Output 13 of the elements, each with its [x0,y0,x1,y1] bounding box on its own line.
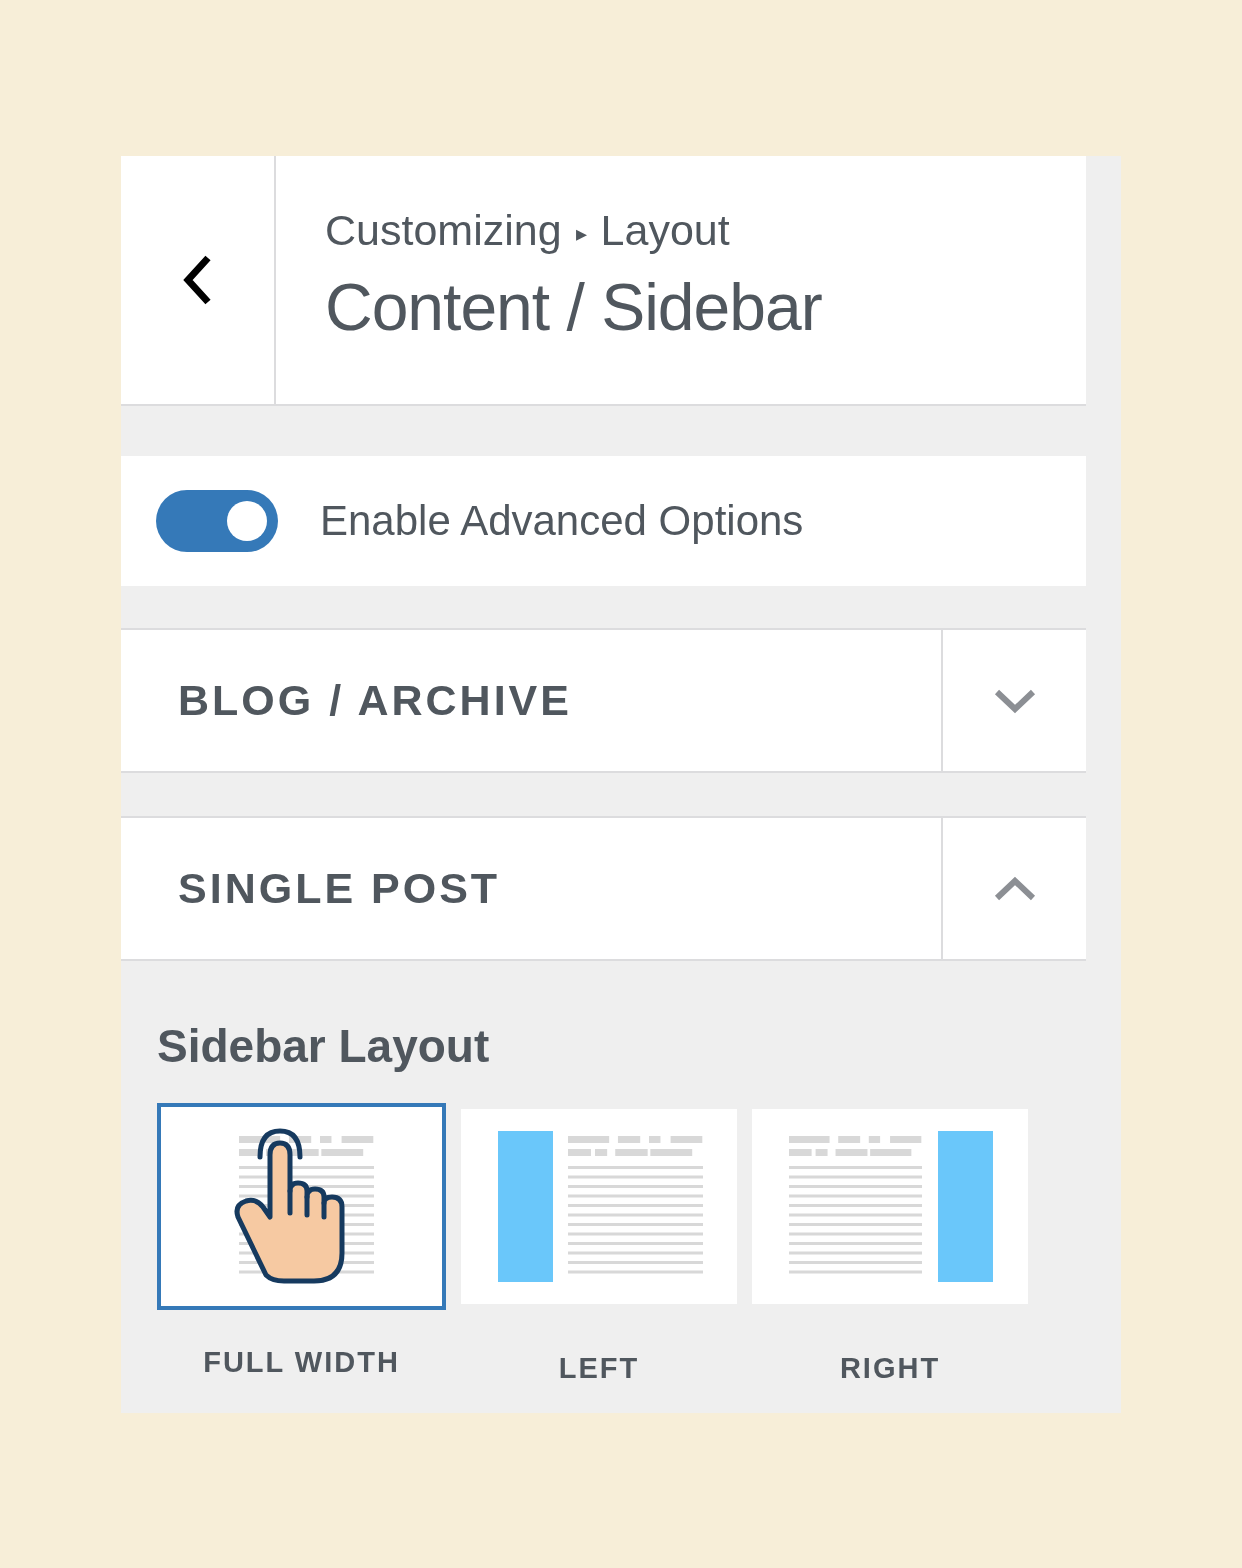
panel-title: Content / Sidebar [325,269,822,345]
sidebar-layout-heading: Sidebar Layout [157,1019,491,1073]
chevron-up-icon [992,875,1037,902]
option-label: RIGHT [839,1352,941,1385]
chevron-left-icon [182,255,213,305]
option-label: FULL WIDTH [203,1346,400,1379]
section-header[interactable]: SINGLE POST [121,816,1086,961]
breadcrumb: Customizing ▸ Layout [325,206,731,255]
chevron-down-icon [992,687,1037,714]
option-label: LEFT [558,1352,640,1385]
section-header[interactable]: BLOG / ARCHIVE [121,628,1086,773]
layout-option[interactable] [157,1103,446,1310]
toggle-label: Enable Advanced Options [320,497,804,545]
